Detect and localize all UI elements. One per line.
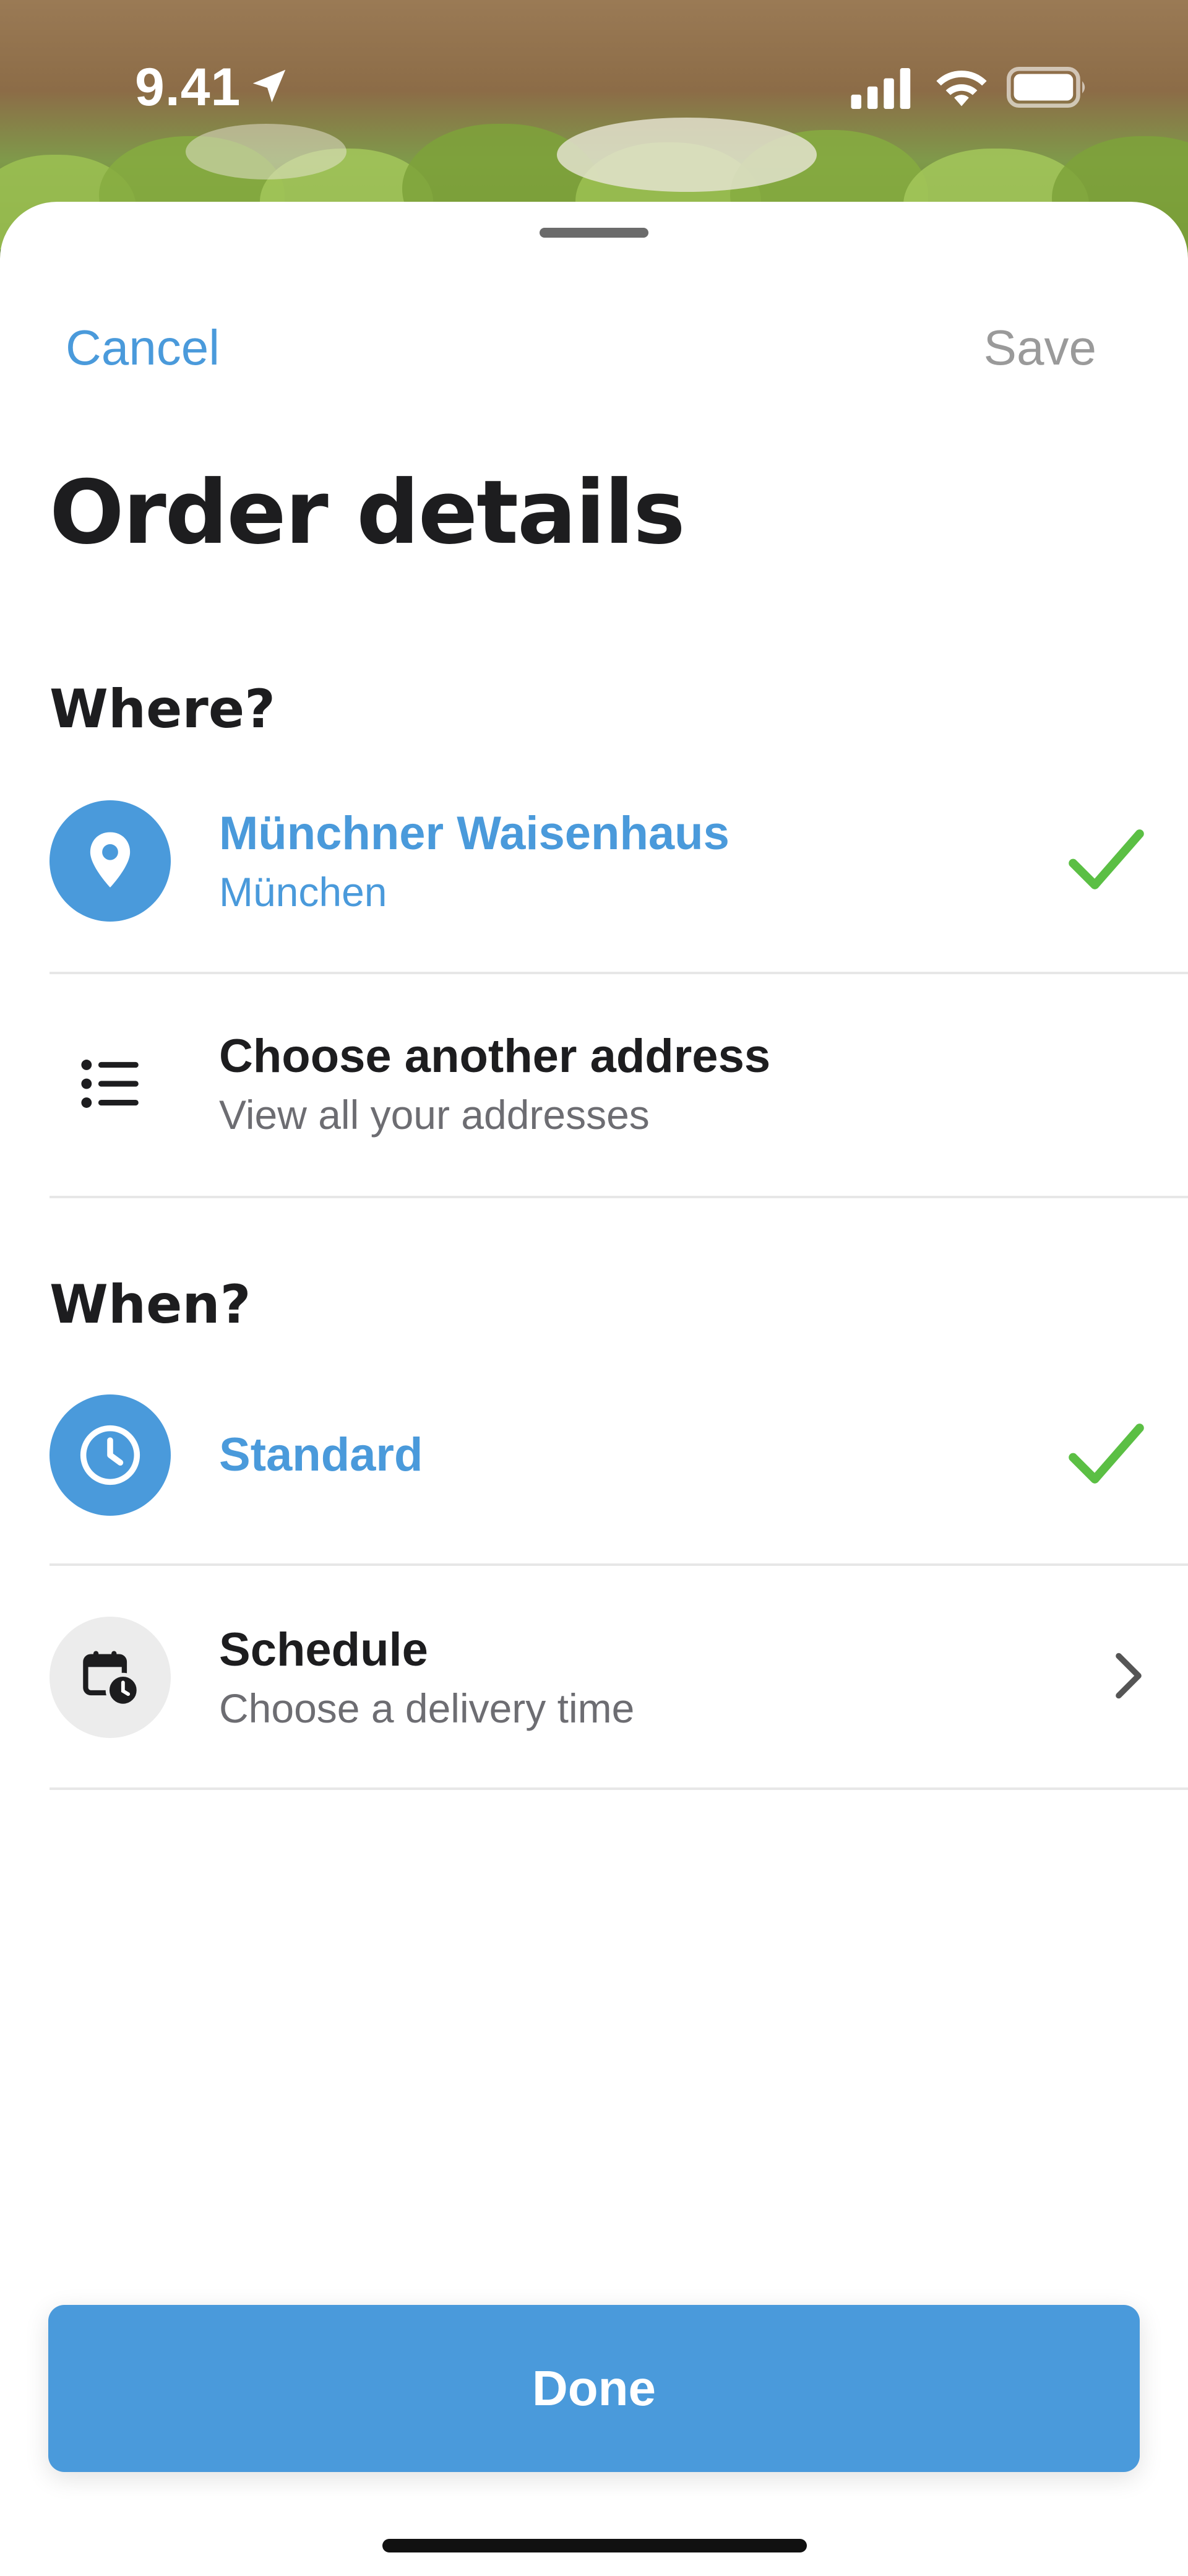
home-indicator xyxy=(382,2539,807,2552)
address-row-selected[interactable]: Münchner Waisenhaus München xyxy=(50,762,1188,960)
divider xyxy=(50,1787,1188,1790)
calendar-clock-icon xyxy=(50,1617,171,1738)
divider xyxy=(50,1196,1188,1198)
where-heading: Where? xyxy=(50,678,276,740)
choose-address-subtitle: View all your addresses xyxy=(219,1092,650,1138)
save-button[interactable]: Save xyxy=(984,319,1096,376)
schedule-row[interactable]: Schedule Choose a delivery time xyxy=(50,1566,1188,1789)
wifi-icon xyxy=(936,71,987,106)
signal-icon xyxy=(851,68,911,109)
delivery-standard-row[interactable]: Standard xyxy=(50,1344,1188,1567)
order-details-sheet: Cancel Save Order details Where? Münchne… xyxy=(0,202,1188,2576)
schedule-subtitle: Choose a delivery time xyxy=(219,1685,635,1731)
clock-icon xyxy=(50,1394,171,1516)
page-title: Order details xyxy=(50,462,686,564)
choose-another-address-row[interactable]: Choose another address View all your add… xyxy=(50,972,1188,1195)
checkmark-icon xyxy=(1068,1422,1145,1489)
list-icon xyxy=(50,1023,171,1144)
address-city: München xyxy=(219,869,387,915)
location-pin-icon xyxy=(50,800,171,922)
when-heading: When? xyxy=(50,1274,251,1336)
location-arrow-icon xyxy=(252,69,286,103)
choose-address-title: Choose another address xyxy=(219,1030,771,1083)
battery-icon xyxy=(1007,67,1085,108)
standard-title: Standard xyxy=(219,1428,423,1481)
address-title: Münchner Waisenhaus xyxy=(219,807,730,860)
checkmark-icon xyxy=(1068,828,1145,895)
sheet-grabber[interactable] xyxy=(540,228,648,238)
done-button[interactable]: Done xyxy=(48,2305,1140,2472)
chevron-right-icon xyxy=(1113,1651,1145,1704)
status-time: 9.41 xyxy=(135,58,241,117)
schedule-title: Schedule xyxy=(219,1623,428,1676)
status-bar: 9.41 xyxy=(0,0,1188,179)
cancel-button[interactable]: Cancel xyxy=(66,319,220,376)
